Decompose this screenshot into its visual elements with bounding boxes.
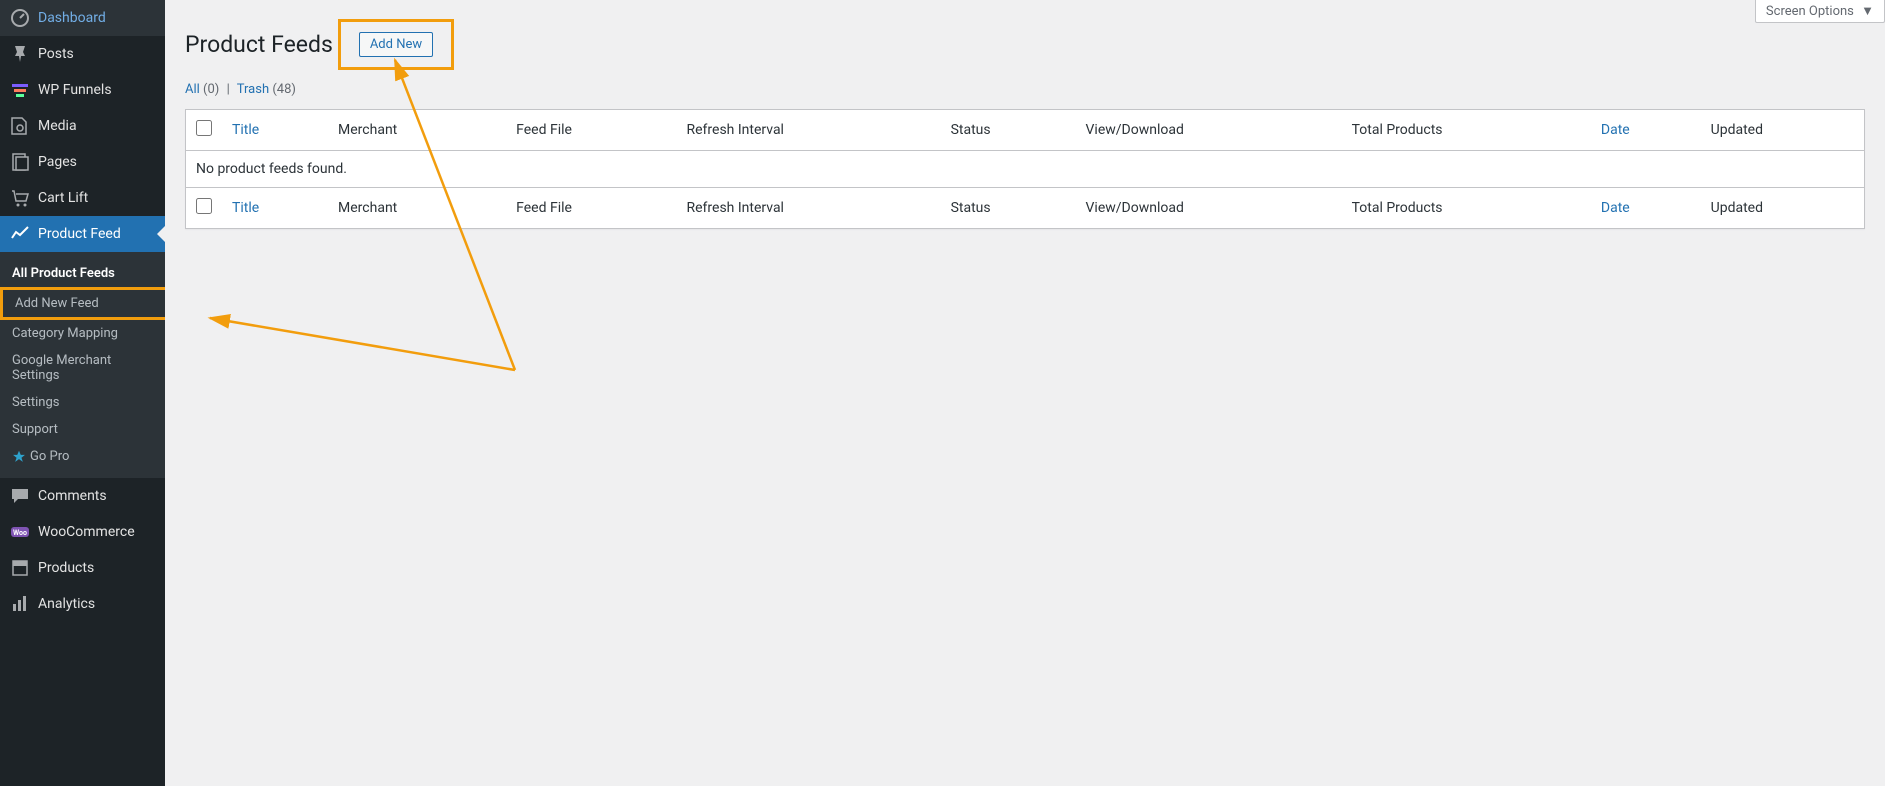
- select-all-checkbox-footer[interactable]: [196, 198, 212, 214]
- col-total-foot: Total Products: [1342, 188, 1591, 229]
- table-empty-row: No product feeds found.: [186, 151, 1865, 188]
- dashboard-icon: [10, 8, 30, 28]
- col-title-foot[interactable]: Title: [222, 188, 328, 229]
- table-footer-row: Title Merchant Feed File Refresh Interva…: [186, 188, 1865, 229]
- submenu-item-all-feeds[interactable]: All Product Feeds: [0, 260, 165, 287]
- pin-icon: [10, 44, 30, 64]
- table-header-row: Title Merchant Feed File Refresh Interva…: [186, 110, 1865, 151]
- col-feed-file: Feed File: [506, 110, 676, 151]
- filter-trash[interactable]: Trash: [237, 82, 269, 97]
- sidebar-item-woocommerce[interactable]: Woo WooCommerce: [0, 514, 165, 550]
- sidebar-item-label: Media: [38, 118, 77, 134]
- col-refresh: Refresh Interval: [676, 110, 940, 151]
- pages-icon: [10, 152, 30, 172]
- sidebar-item-pages[interactable]: Pages: [0, 144, 165, 180]
- col-updated: Updated: [1701, 110, 1865, 151]
- col-merchant: Merchant: [328, 110, 506, 151]
- submenu-item-category-mapping[interactable]: Category Mapping: [0, 320, 165, 347]
- sidebar-item-label: Posts: [38, 46, 74, 62]
- sidebar-item-label: WooCommerce: [38, 524, 135, 540]
- products-icon: [10, 558, 30, 578]
- col-refresh-foot: Refresh Interval: [676, 188, 940, 229]
- sidebar-top: Dashboard Posts WP Funnels Media Pages C…: [0, 0, 165, 252]
- submenu-item-label: Go Pro: [30, 449, 69, 464]
- filter-separator: |: [227, 82, 230, 97]
- select-all-header: [186, 110, 223, 151]
- analytics-icon: [10, 594, 30, 614]
- col-title[interactable]: Title: [222, 110, 328, 151]
- submenu-item-go-pro[interactable]: Go Pro: [0, 443, 165, 470]
- col-view-foot: View/Download: [1076, 188, 1342, 229]
- sidebar-bottom: Comments Woo WooCommerce Products Analyt…: [0, 478, 165, 622]
- sidebar-item-label: Pages: [38, 154, 77, 170]
- sidebar-item-label: Products: [38, 560, 94, 576]
- page-header: Product Feeds Add New: [185, 10, 1865, 74]
- sidebar-item-label: WP Funnels: [38, 82, 112, 98]
- sidebar-item-comments[interactable]: Comments: [0, 478, 165, 514]
- filter-all[interactable]: All: [185, 82, 200, 97]
- sidebar-item-cartlift[interactable]: Cart Lift: [0, 180, 165, 216]
- star-icon: [12, 450, 26, 464]
- sidebar-item-products[interactable]: Products: [0, 550, 165, 586]
- submenu-item-support[interactable]: Support: [0, 416, 165, 443]
- funnels-icon: [10, 80, 30, 100]
- add-new-button[interactable]: Add New: [359, 32, 433, 57]
- filter-trash-count: (48): [272, 82, 296, 97]
- cart-icon: [10, 188, 30, 208]
- col-view: View/Download: [1076, 110, 1342, 151]
- sidebar-item-label: Analytics: [38, 596, 95, 612]
- feeds-table: Title Merchant Feed File Refresh Interva…: [185, 109, 1865, 229]
- sidebar-item-posts[interactable]: Posts: [0, 36, 165, 72]
- chart-icon: [10, 224, 30, 244]
- submenu-item-add-new-feed[interactable]: Add New Feed: [0, 287, 165, 320]
- select-all-checkbox[interactable]: [196, 120, 212, 136]
- sidebar-item-wpfunnels[interactable]: WP Funnels: [0, 72, 165, 108]
- submenu-item-google-merchant[interactable]: Google Merchant Settings: [0, 347, 165, 389]
- media-icon: [10, 116, 30, 136]
- sidebar-item-productfeed[interactable]: Product Feed: [0, 216, 165, 252]
- page-title: Product Feeds: [185, 31, 333, 58]
- add-new-highlight: Add New: [338, 19, 454, 70]
- filter-all-count: (0): [203, 82, 219, 97]
- submenu-item-settings[interactable]: Settings: [0, 389, 165, 416]
- main-content: Screen Options ▼ Product Feeds Add New A…: [165, 0, 1885, 249]
- sidebar-item-dashboard[interactable]: Dashboard: [0, 0, 165, 36]
- sidebar-item-media[interactable]: Media: [0, 108, 165, 144]
- col-status-foot: Status: [941, 188, 1076, 229]
- col-status: Status: [941, 110, 1076, 151]
- admin-sidebar: Dashboard Posts WP Funnels Media Pages C…: [0, 0, 165, 786]
- sidebar-item-label: Dashboard: [38, 10, 106, 26]
- woo-icon: Woo: [10, 522, 30, 542]
- list-filters: All (0) | Trash (48): [185, 82, 1865, 97]
- empty-message: No product feeds found.: [186, 151, 1865, 188]
- sidebar-item-label: Cart Lift: [38, 190, 88, 206]
- sidebar-item-label: Comments: [38, 488, 107, 504]
- comment-icon: [10, 486, 30, 506]
- sidebar-item-label: Product Feed: [38, 226, 121, 242]
- sidebar-item-analytics[interactable]: Analytics: [0, 586, 165, 622]
- col-date-foot[interactable]: Date: [1591, 188, 1701, 229]
- col-merchant-foot: Merchant: [328, 188, 506, 229]
- col-updated-foot: Updated: [1701, 188, 1865, 229]
- col-total: Total Products: [1342, 110, 1591, 151]
- select-all-footer: [186, 188, 223, 229]
- svg-text:Woo: Woo: [13, 529, 27, 537]
- col-feed-file-foot: Feed File: [506, 188, 676, 229]
- sidebar-submenu: All Product Feeds Add New Feed Category …: [0, 252, 165, 478]
- col-date[interactable]: Date: [1591, 110, 1701, 151]
